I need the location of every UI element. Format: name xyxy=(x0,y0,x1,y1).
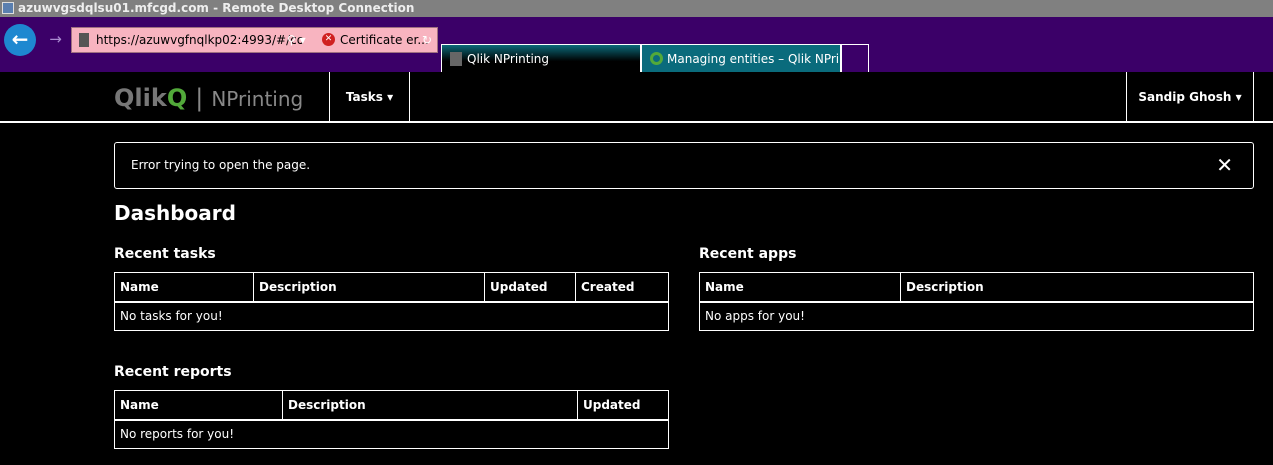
certificate-error[interactable]: Certificate er... xyxy=(340,28,429,52)
back-button[interactable]: ← xyxy=(4,24,36,56)
close-icon[interactable]: ✕ xyxy=(1216,143,1233,188)
recent-tasks-table: Name Description Updated Created No tasks f… xyxy=(114,272,669,331)
column-header[interactable]: Updated xyxy=(577,390,669,421)
qlik-icon xyxy=(650,52,663,65)
tasks-menu[interactable]: Tasks ▾ xyxy=(329,72,410,122)
certificate-error-icon: ✕ xyxy=(322,33,335,46)
search-icon[interactable]: ⚲ ▾ xyxy=(287,28,306,52)
error-alert: Error trying to open the page. ✕ xyxy=(114,142,1254,189)
refresh-icon[interactable]: ↻ xyxy=(422,28,432,52)
top-nav: QlikQ | NPrinting Tasks ▾ Sandip Ghosh ▾ xyxy=(0,72,1273,123)
recent-apps-title: Recent apps xyxy=(699,246,797,262)
empty-message: No tasks for you! xyxy=(114,301,669,331)
url-text: https://azuwvgfnqlkp02:4993/#/co xyxy=(96,33,305,47)
empty-message: No apps for you! xyxy=(699,301,1254,331)
tab-label: Managing entities – Qlik NPrin... xyxy=(667,52,859,66)
recent-reports-title: Recent reports xyxy=(114,364,232,380)
window-title: azuwvgsdqlsu01.mfcgd.com - Remote Deskto… xyxy=(18,1,415,15)
tab-managing-entities[interactable]: Managing entities – Qlik NPrin... xyxy=(641,44,858,72)
tab-qlik-nprinting[interactable]: Qlik NPrinting xyxy=(441,44,641,72)
column-header[interactable]: Description xyxy=(900,272,1254,303)
column-header[interactable]: Description xyxy=(282,390,578,421)
qlik-logo[interactable]: QlikQ | NPrinting xyxy=(114,84,303,112)
forward-button[interactable]: → xyxy=(43,27,68,52)
recent-tasks-title: Recent tasks xyxy=(114,246,216,262)
column-header[interactable]: Created xyxy=(575,272,669,303)
column-header[interactable]: Name xyxy=(114,390,283,421)
alert-message: Error trying to open the page. xyxy=(131,158,311,172)
recent-reports-table: Name Description Updated No reports for yo… xyxy=(114,390,669,449)
recent-apps-table: Name Description No apps for you! xyxy=(699,272,1254,331)
new-tab-button[interactable] xyxy=(841,44,869,72)
empty-message: No reports for you! xyxy=(114,419,669,449)
user-name: Sandip Ghosh xyxy=(1138,90,1232,104)
column-header[interactable]: Name xyxy=(699,272,901,303)
rdp-icon xyxy=(2,2,14,14)
tab-label: Qlik NPrinting xyxy=(467,52,550,66)
user-menu[interactable]: Sandip Ghosh ▾ xyxy=(1126,72,1254,122)
product-name: NPrinting xyxy=(211,87,304,111)
tasks-label: Tasks xyxy=(345,90,383,104)
address-bar[interactable]: https://azuwvgfnqlkp02:4993/#/co ⚲ ▾ ✕ C… xyxy=(71,27,438,53)
page-title: Dashboard xyxy=(114,201,236,225)
column-header[interactable]: Updated xyxy=(484,272,576,303)
column-header[interactable]: Name xyxy=(114,272,254,303)
logo-text: Qlik xyxy=(114,84,167,112)
logo-divider: | xyxy=(195,84,204,112)
window-titlebar: azuwvgsdqlsu01.mfcgd.com - Remote Deskto… xyxy=(0,0,1273,17)
page-icon xyxy=(450,52,462,66)
column-header[interactable]: Description xyxy=(253,272,485,303)
qlik-q-icon: Q xyxy=(166,84,188,112)
page-icon xyxy=(79,33,89,47)
